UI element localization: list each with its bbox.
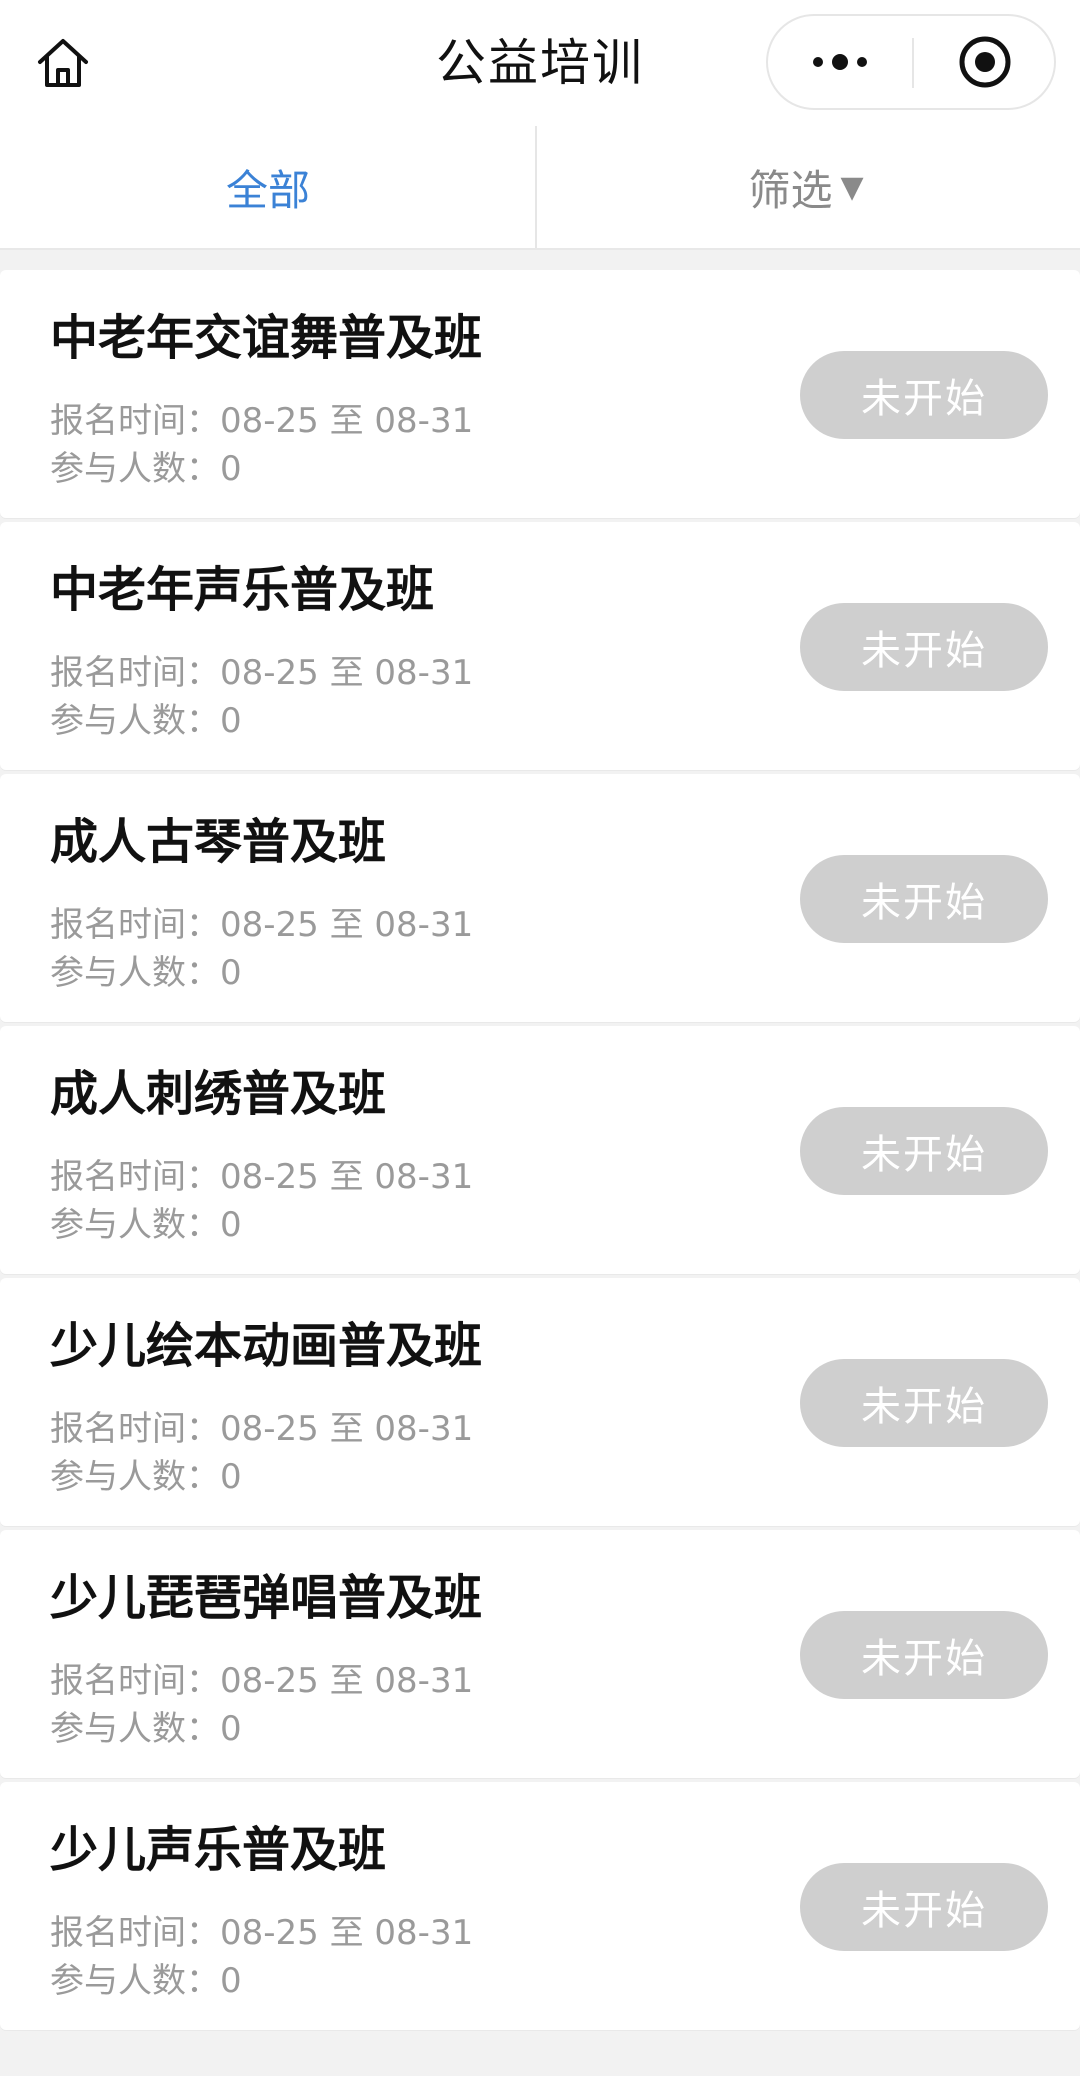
top-nav-bar: 公益培训 (0, 0, 1080, 126)
tab-all-label: 全部 (225, 165, 310, 215)
course-title: 成人刺绣普及班 (50, 1066, 387, 1122)
status-button[interactable]: 未开始 (800, 351, 1048, 439)
status-button[interactable]: 未开始 (800, 1359, 1048, 1447)
participant-count: 参与人数：0 (50, 1709, 242, 1749)
course-title: 中老年声乐普及班 (50, 562, 435, 618)
more-dots-icon (813, 54, 867, 70)
course-card[interactable]: 少儿绘本动画普及班 报名时间：08-25 至 08-31 参与人数：0 未开始 (0, 1278, 1080, 1526)
course-title: 少儿绘本动画普及班 (50, 1318, 483, 1374)
course-title: 少儿声乐普及班 (50, 1822, 387, 1878)
course-card[interactable]: 中老年交谊舞普及班 报名时间：08-25 至 08-31 参与人数：0 未开始 (0, 270, 1080, 518)
course-card[interactable]: 成人古琴普及班 报名时间：08-25 至 08-31 参与人数：0 未开始 (0, 774, 1080, 1022)
status-button[interactable]: 未开始 (800, 1107, 1048, 1195)
course-title: 中老年交谊舞普及班 (50, 310, 483, 366)
participant-count: 参与人数：0 (50, 701, 242, 741)
signup-time: 报名时间：08-25 至 08-31 (50, 1157, 474, 1197)
signup-time: 报名时间：08-25 至 08-31 (50, 653, 474, 693)
participant-count: 参与人数：0 (50, 1457, 242, 1497)
status-button[interactable]: 未开始 (800, 603, 1048, 691)
tab-filter-label: 筛选 (748, 165, 833, 215)
course-title: 成人古琴普及班 (50, 814, 387, 870)
tab-filter[interactable]: 筛选 ▼ (538, 126, 1074, 248)
course-list: 中老年交谊舞普及班 报名时间：08-25 至 08-31 参与人数：0 未开始 … (0, 270, 1080, 2034)
tab-all[interactable]: 全部 (0, 126, 536, 248)
signup-time: 报名时间：08-25 至 08-31 (50, 1913, 474, 1953)
caret-down-icon: ▼ (840, 169, 864, 205)
participant-count: 参与人数：0 (50, 1961, 242, 2001)
mini-program-capsule (766, 14, 1056, 110)
tab-bar: 全部 筛选 ▼ (0, 126, 1080, 250)
tab-separator (535, 126, 537, 248)
signup-time: 报名时间：08-25 至 08-31 (50, 1409, 474, 1449)
close-button[interactable] (914, 16, 1056, 108)
course-card[interactable]: 少儿声乐普及班 报名时间：08-25 至 08-31 参与人数：0 未开始 (0, 1782, 1080, 2030)
status-button[interactable]: 未开始 (800, 1611, 1048, 1699)
more-button[interactable] (768, 16, 912, 108)
participant-count: 参与人数：0 (50, 449, 242, 489)
course-card[interactable]: 中老年声乐普及班 报名时间：08-25 至 08-31 参与人数：0 未开始 (0, 522, 1080, 770)
course-title: 少儿琵琶弹唱普及班 (50, 1570, 483, 1626)
course-card[interactable]: 成人刺绣普及班 报名时间：08-25 至 08-31 参与人数：0 未开始 (0, 1026, 1080, 1274)
participant-count: 参与人数：0 (50, 953, 242, 993)
participant-count: 参与人数：0 (50, 1205, 242, 1245)
course-card[interactable]: 少儿琵琶弹唱普及班 报名时间：08-25 至 08-31 参与人数：0 未开始 (0, 1530, 1080, 1778)
signup-time: 报名时间：08-25 至 08-31 (50, 401, 474, 441)
target-close-icon (959, 36, 1011, 88)
status-button[interactable]: 未开始 (800, 1863, 1048, 1951)
signup-time: 报名时间：08-25 至 08-31 (50, 1661, 474, 1701)
status-button[interactable]: 未开始 (800, 855, 1048, 943)
signup-time: 报名时间：08-25 至 08-31 (50, 905, 474, 945)
